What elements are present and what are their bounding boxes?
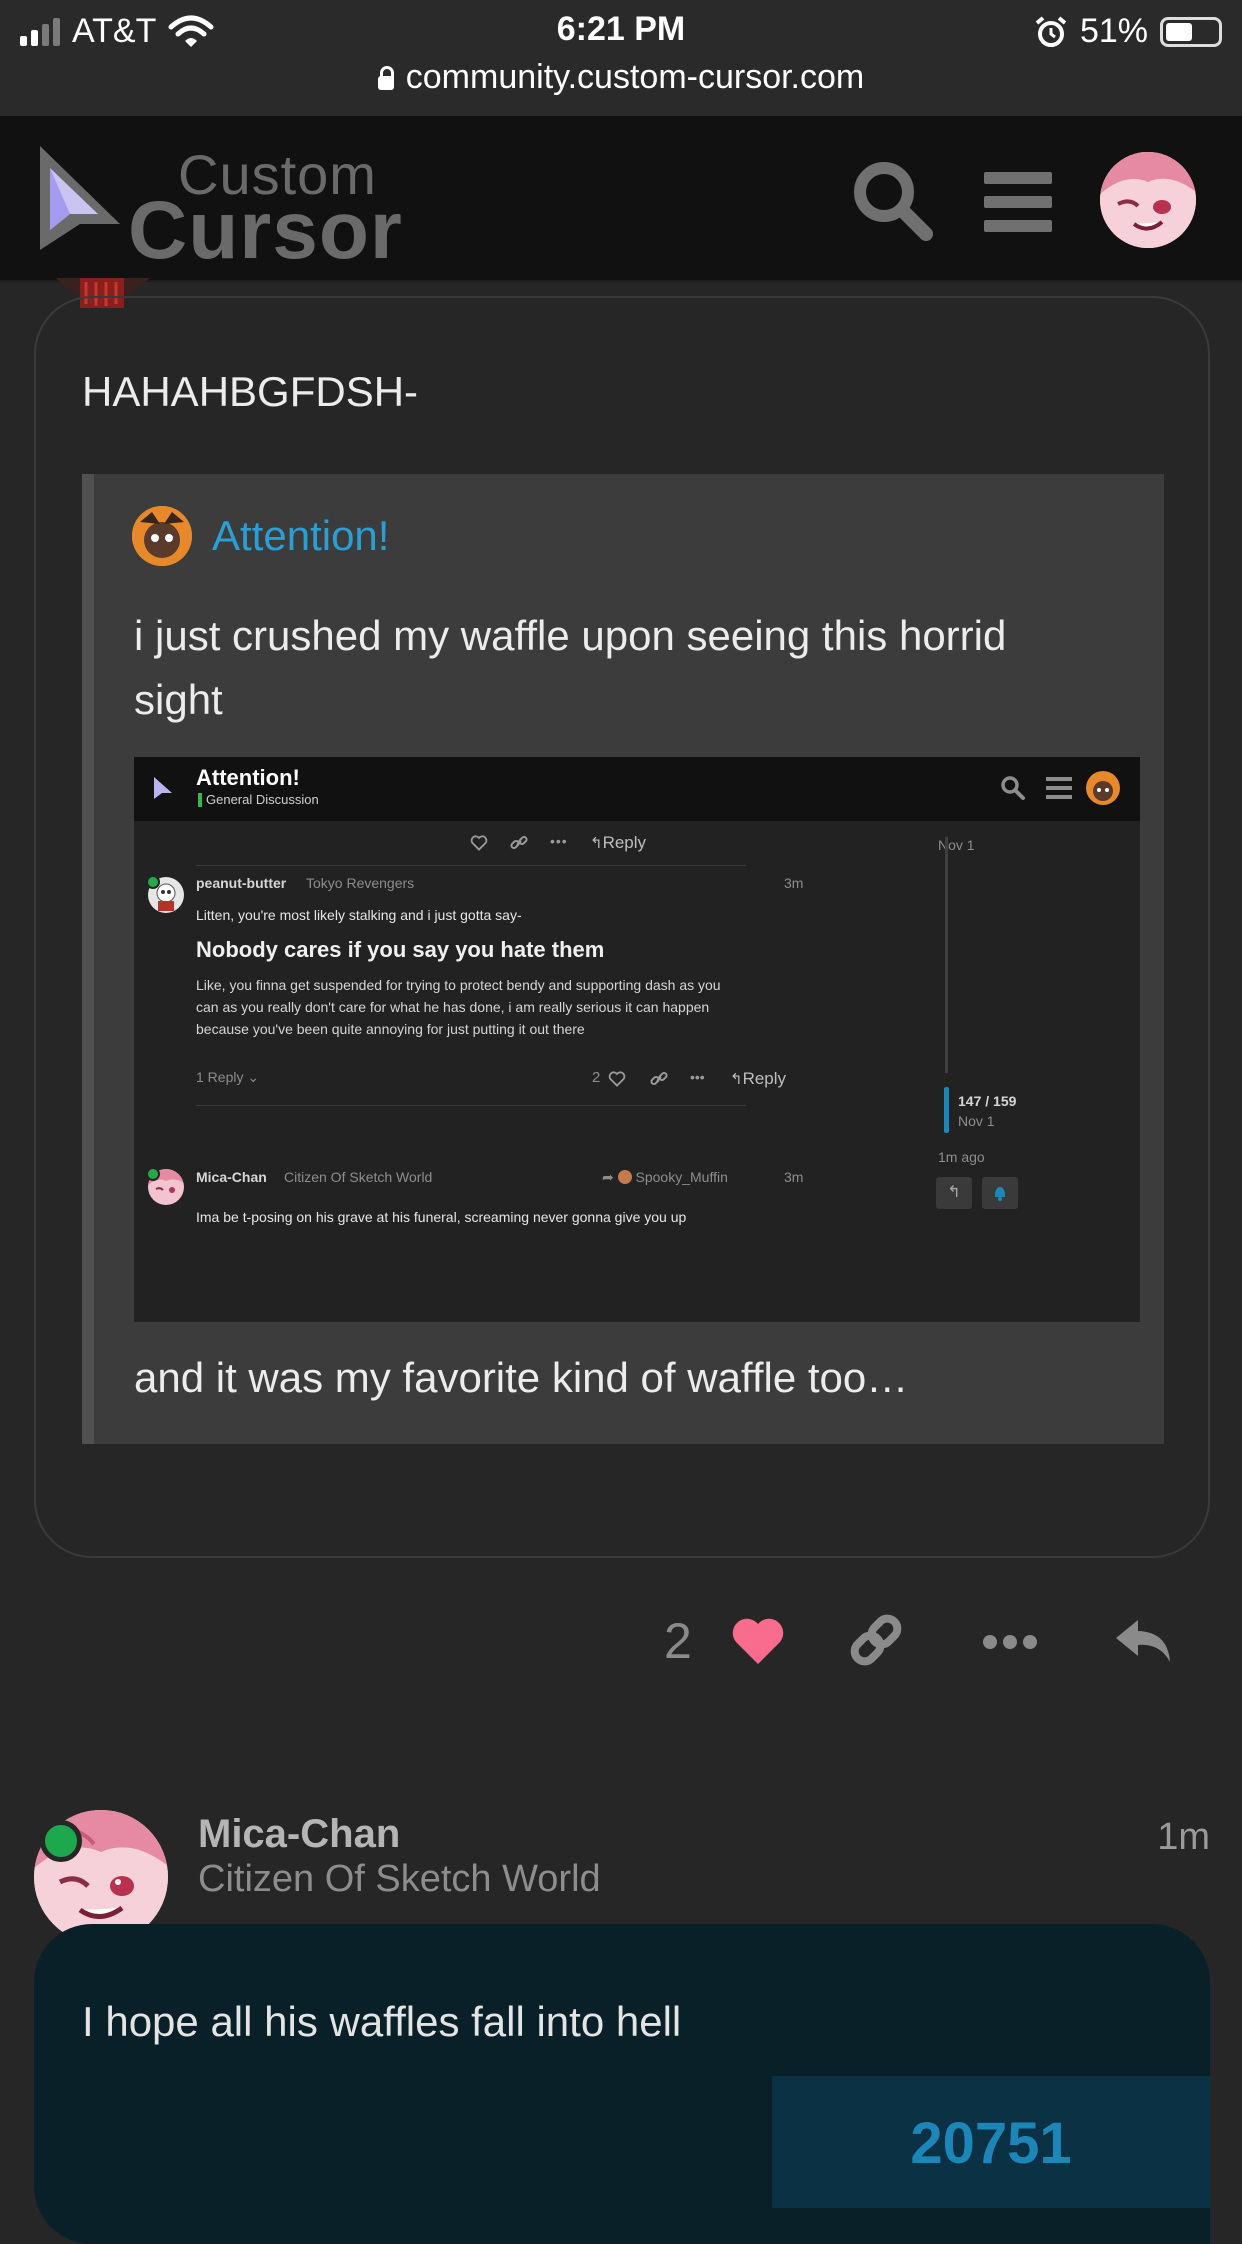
embedded-screenshot: Attention! General Discussion ••• ↰Reply… (134, 757, 1140, 1322)
site-header: Custom Cursor (0, 116, 1242, 282)
shot-likes-a: 2 (592, 1069, 601, 1086)
lock-icon (377, 66, 394, 90)
shot-online-dot-b (146, 1167, 160, 1181)
post-time[interactable]: 1m (1157, 1816, 1210, 1859)
shot-timeline-handle (944, 1087, 949, 1133)
post-author-title: Citizen Of Sketch World (198, 1858, 601, 1900)
shot-time-a: 3m (784, 875, 804, 891)
shot-time-b: 3m (784, 1169, 804, 1185)
shot-replies-a-text: 1 Reply (196, 1069, 244, 1085)
shot-heart-icon-a (608, 1071, 626, 1087)
shot-cursor-icon (154, 777, 172, 799)
shot-user-a: peanut-butter (196, 875, 287, 891)
shot-more-icon: ••• (550, 833, 568, 849)
shot-reply-label-top: ↰Reply (590, 833, 647, 852)
reply-icon[interactable] (1114, 1616, 1174, 1666)
address-bar[interactable]: community.custom-cursor.com (0, 58, 1242, 97)
battery-percent: 51% (1079, 12, 1148, 50)
shot-reply-to-user: Spooky_Muffin (635, 1169, 728, 1185)
quote-footer-text: and it was my favorite kind of waffle to… (134, 1354, 909, 1401)
shot-reply-to-avatar (617, 1170, 632, 1184)
link-icon[interactable] (848, 1612, 904, 1668)
shot-bell-icon-button (982, 1177, 1018, 1209)
quote-topic-link[interactable]: Attention! (212, 512, 389, 560)
alarm-icon (1035, 15, 1067, 47)
post-text: I hope all his waffles fall into hell (82, 1998, 682, 2045)
shot-heart-icon (470, 835, 488, 851)
search-icon[interactable] (850, 158, 934, 242)
post-text: HAHAHBGFDSH- (82, 368, 419, 415)
shot-text-b: Ima be t-posing on his grave at his fune… (196, 1209, 687, 1225)
shot-bell-icon (995, 1187, 1005, 1201)
shot-flair-a: Tokyo Revengers (306, 875, 415, 891)
hamburger-menu-icon[interactable] (984, 172, 1052, 232)
heart-icon[interactable] (730, 1616, 786, 1666)
shot-category: General Discussion (206, 792, 319, 807)
battery-icon (1160, 16, 1222, 47)
shot-more-icon-a: ••• (690, 1069, 705, 1085)
category-color-bar (198, 793, 202, 807)
post-actions: 2 (0, 1604, 1242, 1704)
shot-heading-a: Nobody cares if you say you hate them (196, 937, 605, 962)
shot-date-progress: Nov 1 (958, 1113, 995, 1129)
post-number: 20751 (910, 2111, 1072, 2176)
shot-reply-label-top-text: Reply (602, 833, 647, 852)
post-author-name[interactable]: Mica-Chan (198, 1812, 400, 1857)
logo-word-cursor: Cursor (128, 185, 403, 276)
url-text: community.custom-cursor.com (405, 58, 865, 96)
shot-body-a1: Like, you finna get suspended for trying… (196, 977, 721, 993)
shot-body-a3: because you've been quite annoying for j… (196, 1021, 585, 1037)
status-bar: AT&T 6:21 PM 51% community.custom-cursor… (0, 0, 1242, 116)
shot-topic-title: Attention! (196, 765, 300, 790)
shot-body-a2: can as you really don't care for what he… (196, 999, 710, 1015)
shot-reply-to: ➦ Spooky_Muffin (602, 1169, 728, 1185)
shot-user-b: Mica-Chan (196, 1169, 267, 1185)
quote-text: i just crushed my waffle upon seeing thi… (134, 612, 1007, 723)
online-status-dot (40, 1820, 82, 1862)
shot-reply-icon-button: ↰ (936, 1177, 972, 1209)
shot-timeline-track (945, 837, 948, 1073)
shot-link-icon (510, 835, 528, 850)
more-options-icon[interactable] (982, 1632, 1038, 1652)
shot-search-icon (1001, 776, 1025, 800)
cursor-logo-icon (40, 146, 120, 250)
shot-divider-2 (196, 1105, 746, 1106)
shot-reply-a-text: Reply (742, 1069, 787, 1088)
shot-reply-a: ↰Reply (730, 1069, 787, 1088)
shot-link-icon-a (650, 1071, 668, 1086)
shot-replies-a: 1 Reply ⌄ (196, 1069, 260, 1085)
user-avatar[interactable] (1100, 152, 1196, 248)
shot-online-dot (146, 875, 160, 889)
status-right: 51% (1034, 12, 1222, 51)
site-logo[interactable]: Custom Cursor (36, 142, 436, 276)
quote-avatar (132, 506, 192, 566)
shot-line1-a: Litten, you're most likely stalking and … (196, 907, 522, 923)
shot-avatar (1086, 771, 1120, 805)
shot-progress: 147 / 159 (958, 1093, 1017, 1109)
like-count[interactable]: 2 (664, 1612, 692, 1670)
shot-flair-b: Citizen Of Sketch World (284, 1169, 433, 1185)
shot-menu-icon (1046, 777, 1072, 799)
shot-ago: 1m ago (938, 1149, 985, 1165)
shot-divider (196, 865, 746, 866)
shot-date-top: Nov 1 (938, 837, 975, 853)
